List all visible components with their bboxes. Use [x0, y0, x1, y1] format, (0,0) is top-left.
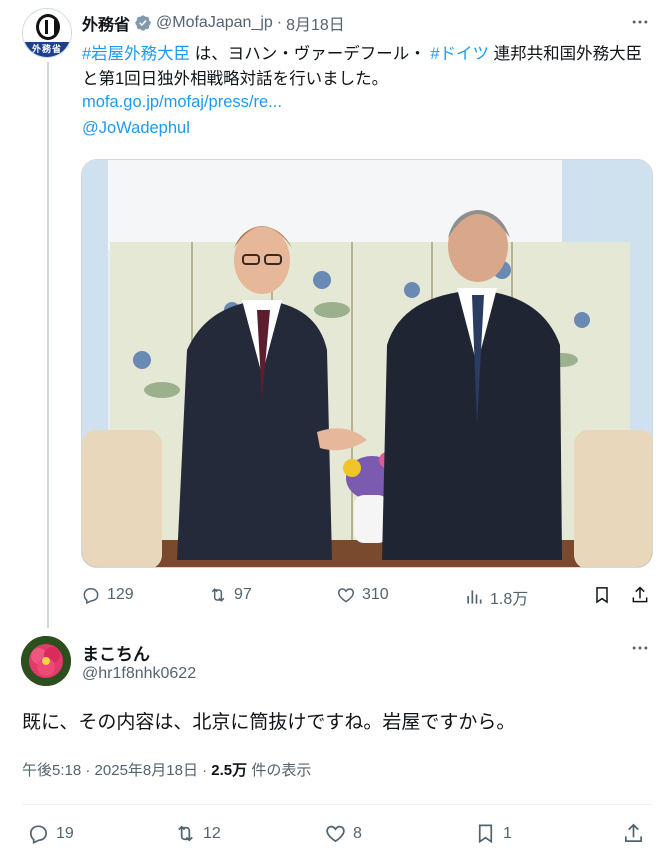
- author-handle[interactable]: @MofaJapan_jp: [156, 14, 273, 32]
- reply-author-name[interactable]: まこちん: [82, 640, 150, 665]
- hashtag-link[interactable]: #ドイツ: [430, 45, 489, 63]
- reply-button[interactable]: 129: [81, 585, 134, 605]
- like-count: 310: [362, 586, 389, 603]
- reply-author-avatar[interactable]: [21, 636, 71, 686]
- bookmark-button[interactable]: [592, 585, 612, 605]
- heart-icon: [326, 825, 345, 843]
- views-button[interactable]: 1.8万: [464, 585, 528, 609]
- avatar-seal-emblem: [36, 14, 60, 40]
- analytics-icon: [467, 590, 482, 604]
- more-options-icon[interactable]: [628, 636, 652, 660]
- hashtag-link[interactable]: #岩屋外務大臣: [82, 45, 190, 63]
- tweet-text: #岩屋外務大臣 は、ヨハン・ヴァーデフール・ #ドイツ 連邦共和国外務大臣と第1…: [82, 42, 652, 92]
- bookmark-icon: [478, 824, 493, 844]
- reply-count: 129: [107, 586, 134, 603]
- reply-date[interactable]: 2025年8月18日: [95, 762, 198, 779]
- mention-link[interactable]: @JoWadephul: [82, 119, 190, 138]
- tweet-text-segment: は、ヨハン・ヴァーデフール・: [190, 45, 431, 63]
- photo-illustration: [82, 160, 652, 567]
- share-button[interactable]: [630, 585, 650, 605]
- more-options-icon[interactable]: [628, 10, 652, 34]
- like-button[interactable]: 310: [336, 585, 389, 605]
- tweet-date[interactable]: 8月18日: [286, 11, 345, 35]
- reply-button[interactable]: 19: [27, 822, 74, 845]
- repost-count: 12: [203, 824, 221, 842]
- view-count: 1.8万: [490, 591, 529, 608]
- tweet-photo[interactable]: [81, 159, 653, 568]
- external-link[interactable]: mofa.go.jp/mofaj/press/re...: [82, 93, 282, 112]
- camellia-flower-image: [21, 636, 71, 686]
- reply-view-count: 2.5万: [211, 762, 248, 779]
- repost-icon: [178, 825, 193, 842]
- meta-separator: ·: [202, 762, 208, 779]
- heart-icon: [337, 588, 355, 603]
- share-icon: [632, 586, 648, 603]
- repost-button[interactable]: 97: [208, 585, 252, 605]
- author-name[interactable]: 外務省: [82, 11, 130, 35]
- share-icon: [624, 823, 643, 843]
- mofa-avatar[interactable]: 外務省: [22, 8, 72, 58]
- meta-separator: ·: [85, 762, 91, 779]
- tweet-header: 外務省 @MofaJapan_jp · 8月18日: [82, 12, 345, 34]
- reply-count: 19: [56, 824, 74, 842]
- reply-author-handle[interactable]: @hr1f8nhk0622: [82, 665, 196, 683]
- reply-time[interactable]: 午後5:18: [22, 762, 81, 779]
- header-separator: ·: [276, 14, 283, 31]
- repost-button[interactable]: 12: [174, 822, 221, 845]
- like-button[interactable]: 8: [324, 822, 362, 845]
- reply-view-suffix: 件の表示: [247, 762, 312, 779]
- reply-icon: [83, 588, 99, 605]
- reply-icon: [29, 825, 48, 844]
- bookmark-icon: [596, 587, 608, 604]
- reply-text: 既に、その内容は、北京に筒抜けですね。岩屋ですから。: [22, 712, 516, 733]
- divider: [22, 804, 653, 805]
- like-count: 8: [353, 824, 362, 842]
- avatar-caption: 外務省: [23, 42, 71, 57]
- share-button[interactable]: [622, 822, 645, 845]
- bookmark-count: 1: [503, 824, 512, 842]
- bookmark-button[interactable]: 1: [474, 822, 512, 845]
- reply-metadata: 午後5:18 · 2025年8月18日 · 2.5万 件の表示: [22, 759, 311, 780]
- repost-count: 97: [234, 586, 252, 603]
- verified-badge-icon: [134, 14, 152, 32]
- thread-connector-line: [47, 62, 49, 628]
- repost-icon: [211, 588, 225, 602]
